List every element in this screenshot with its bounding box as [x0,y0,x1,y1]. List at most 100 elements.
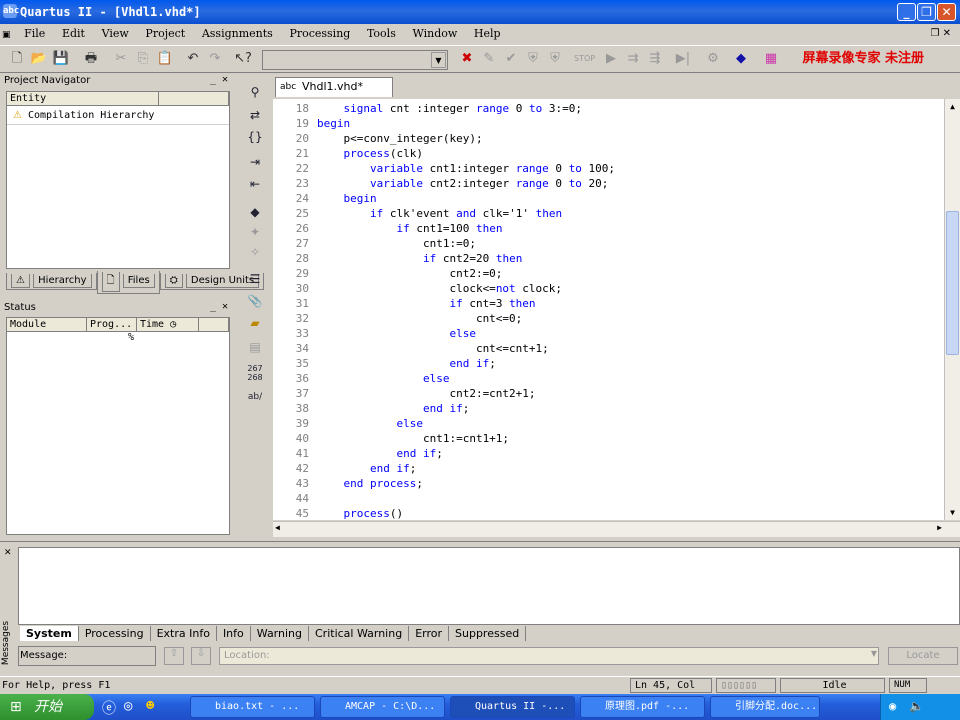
code-line[interactable]: 26 if cnt1=100 then [273,221,503,236]
task-yuanlitu[interactable]: 原理图.pdf -... [580,696,705,718]
scroll-right-icon[interactable]: ▶ [937,523,942,532]
document-icon[interactable]: ▣ [0,25,13,45]
menu-help[interactable]: Help [469,24,506,44]
code-line[interactable]: 44 [273,491,317,506]
tab-critical-warning[interactable]: Critical Warning [309,626,410,641]
tab-hierarchy[interactable]: ⚠ Hierarchy [6,273,97,290]
browser-icon[interactable]: ◎ [124,698,132,714]
code-line[interactable]: 43 end process; [273,476,423,491]
step-icon[interactable]: ⇉ [624,50,642,68]
status-col-time[interactable]: Time ◷ [137,318,199,332]
status-col-module[interactable]: Module [7,318,87,332]
tab-processing[interactable]: Processing [79,626,151,641]
entity-column-header[interactable]: Entity [7,92,159,106]
spelling-icon[interactable]: ab/ [245,388,265,406]
scroll-left-icon[interactable]: ◀ [275,523,280,532]
menu-project[interactable]: Project [140,24,190,44]
scroll-down-icon[interactable]: ▼ [946,505,959,520]
code-line[interactable]: 37 cnt2:=cnt2+1; [273,386,536,401]
chip-planner-icon[interactable]: ▦ [762,50,780,68]
menu-view[interactable]: View [97,24,134,44]
attach-icon[interactable]: 📎 [245,292,265,310]
tray-icon[interactable]: ◉ [889,699,896,713]
template-icon[interactable]: ▰ [245,314,265,332]
copy-icon[interactable]: ⎘ [134,50,152,68]
code-line[interactable]: 18 signal cnt :integer range 0 to 3:=0; [273,101,582,116]
code-line[interactable]: 39 else [273,416,423,431]
menu-assignments[interactable]: Assignments [197,24,278,44]
menu-window[interactable]: Window [407,24,462,44]
help-pointer-icon[interactable]: ↖? [234,50,252,68]
list-icon[interactable]: ☰ [245,270,265,288]
locate-button[interactable]: Locate [888,647,958,665]
code-line[interactable]: 23 variable cnt2:integer range 0 to 20; [273,176,609,191]
code-line[interactable]: 25 if clk'event and clk='1' then [273,206,562,221]
comment-icon[interactable]: ▤ [245,338,265,356]
new-file-icon[interactable]: 🗋 [8,50,26,68]
simulate-icon[interactable]: ▶| [674,50,692,68]
code-editor[interactable]: 18 signal cnt :integer range 0 to 3:=0; 1… [273,99,960,520]
task-quartus[interactable]: Quartus II -... [450,696,575,718]
tab-info[interactable]: Info [217,626,251,641]
restore-doc-icon[interactable]: ❐ ✕ [925,24,956,44]
messages-close-icon[interactable]: ✕ [4,548,12,558]
code-line[interactable]: 28 if cnt2=20 then [273,251,523,266]
scroll-thumb[interactable] [946,211,959,355]
tab-files[interactable]: 🗋 Files [96,271,160,294]
tab-extra-info[interactable]: Extra Info [151,626,217,641]
undo-icon[interactable]: ↶ [184,50,202,68]
entity-combo[interactable]: ▼ [262,50,448,70]
compile-icon[interactable]: ⛨ [524,50,542,68]
menu-processing[interactable]: Processing [284,24,355,44]
code-line[interactable]: 36 else [273,371,450,386]
tab-error[interactable]: Error [409,626,450,641]
code-line[interactable]: 30 clock<=not clock; [273,281,562,296]
print-icon[interactable]: 🖶 [82,50,100,68]
tab-warning[interactable]: Warning [251,626,309,641]
splitter[interactable] [0,541,960,545]
code-line[interactable]: 22 variable cnt1:integer range 0 to 100; [273,161,615,176]
paste-icon[interactable]: 📋 [156,50,174,68]
editor-vertical-scrollbar[interactable]: ▲ ▼ [944,99,960,520]
timing-icon[interactable]: ⇶ [646,50,664,68]
brackets-icon[interactable]: {} [245,128,265,146]
volume-icon[interactable]: 🔈 [909,699,924,713]
extra-column-header[interactable] [159,92,229,106]
tab-vhdl1[interactable]: abc Vhdl1.vhd* [275,77,393,97]
fit-icon[interactable]: ⛨ [546,50,564,68]
code-line[interactable]: 34 cnt<=cnt+1; [273,341,549,356]
tab-system[interactable]: System [20,626,79,641]
code-line[interactable]: 45 process() [273,506,403,521]
editor-horizontal-scrollbar[interactable]: ◀ ▶ [273,521,960,537]
close-button[interactable]: ✕ [937,3,956,21]
menu-file[interactable]: File [19,24,50,44]
find-icon[interactable]: ⚲ [245,83,265,101]
next-message-icon[interactable]: ⇩ [191,647,211,665]
redo-icon[interactable]: ↷ [206,50,224,68]
code-line[interactable]: 19 begin [273,116,350,131]
location-combo[interactable]: Location: ▼ [219,647,879,665]
cut-icon[interactable]: ✂ [112,50,130,68]
menu-edit[interactable]: Edit [57,24,90,44]
prev-message-icon[interactable]: ⇧ [164,647,184,665]
scroll-up-icon[interactable]: ▲ [946,99,959,114]
task-amcap[interactable]: AMCAP - C:\D... [320,696,445,718]
indent-icon[interactable]: ⇥ [245,153,265,171]
unindent-icon[interactable]: ⇤ [245,175,265,193]
next-bookmark-icon[interactable]: ✦ [245,223,265,241]
task-yinjiao[interactable]: 引脚分配.doc... [710,696,820,718]
tab-suppressed[interactable]: Suppressed [449,626,527,641]
code-line[interactable]: 31 if cnt=3 then [273,296,536,311]
code-line[interactable]: 40 cnt1:=cnt1+1; [273,431,509,446]
line-numbers-icon[interactable]: 267 268 [245,364,265,382]
status-close-icon[interactable]: _ ✕ [210,301,228,312]
code-line[interactable]: 32 cnt<=0; [273,311,523,326]
minimize-button[interactable]: _ [897,3,916,21]
check-icon[interactable]: ✔ [502,50,520,68]
maximize-button[interactable]: ❐ [917,3,936,21]
panel-close-icon[interactable]: _ ✕ [210,74,228,85]
analyze-icon[interactable]: ✎ [480,50,498,68]
code-line[interactable]: 35 end if; [273,356,496,371]
code-line[interactable]: 42 end if; [273,461,417,476]
code-line[interactable]: 21 process(clk) [273,146,423,161]
